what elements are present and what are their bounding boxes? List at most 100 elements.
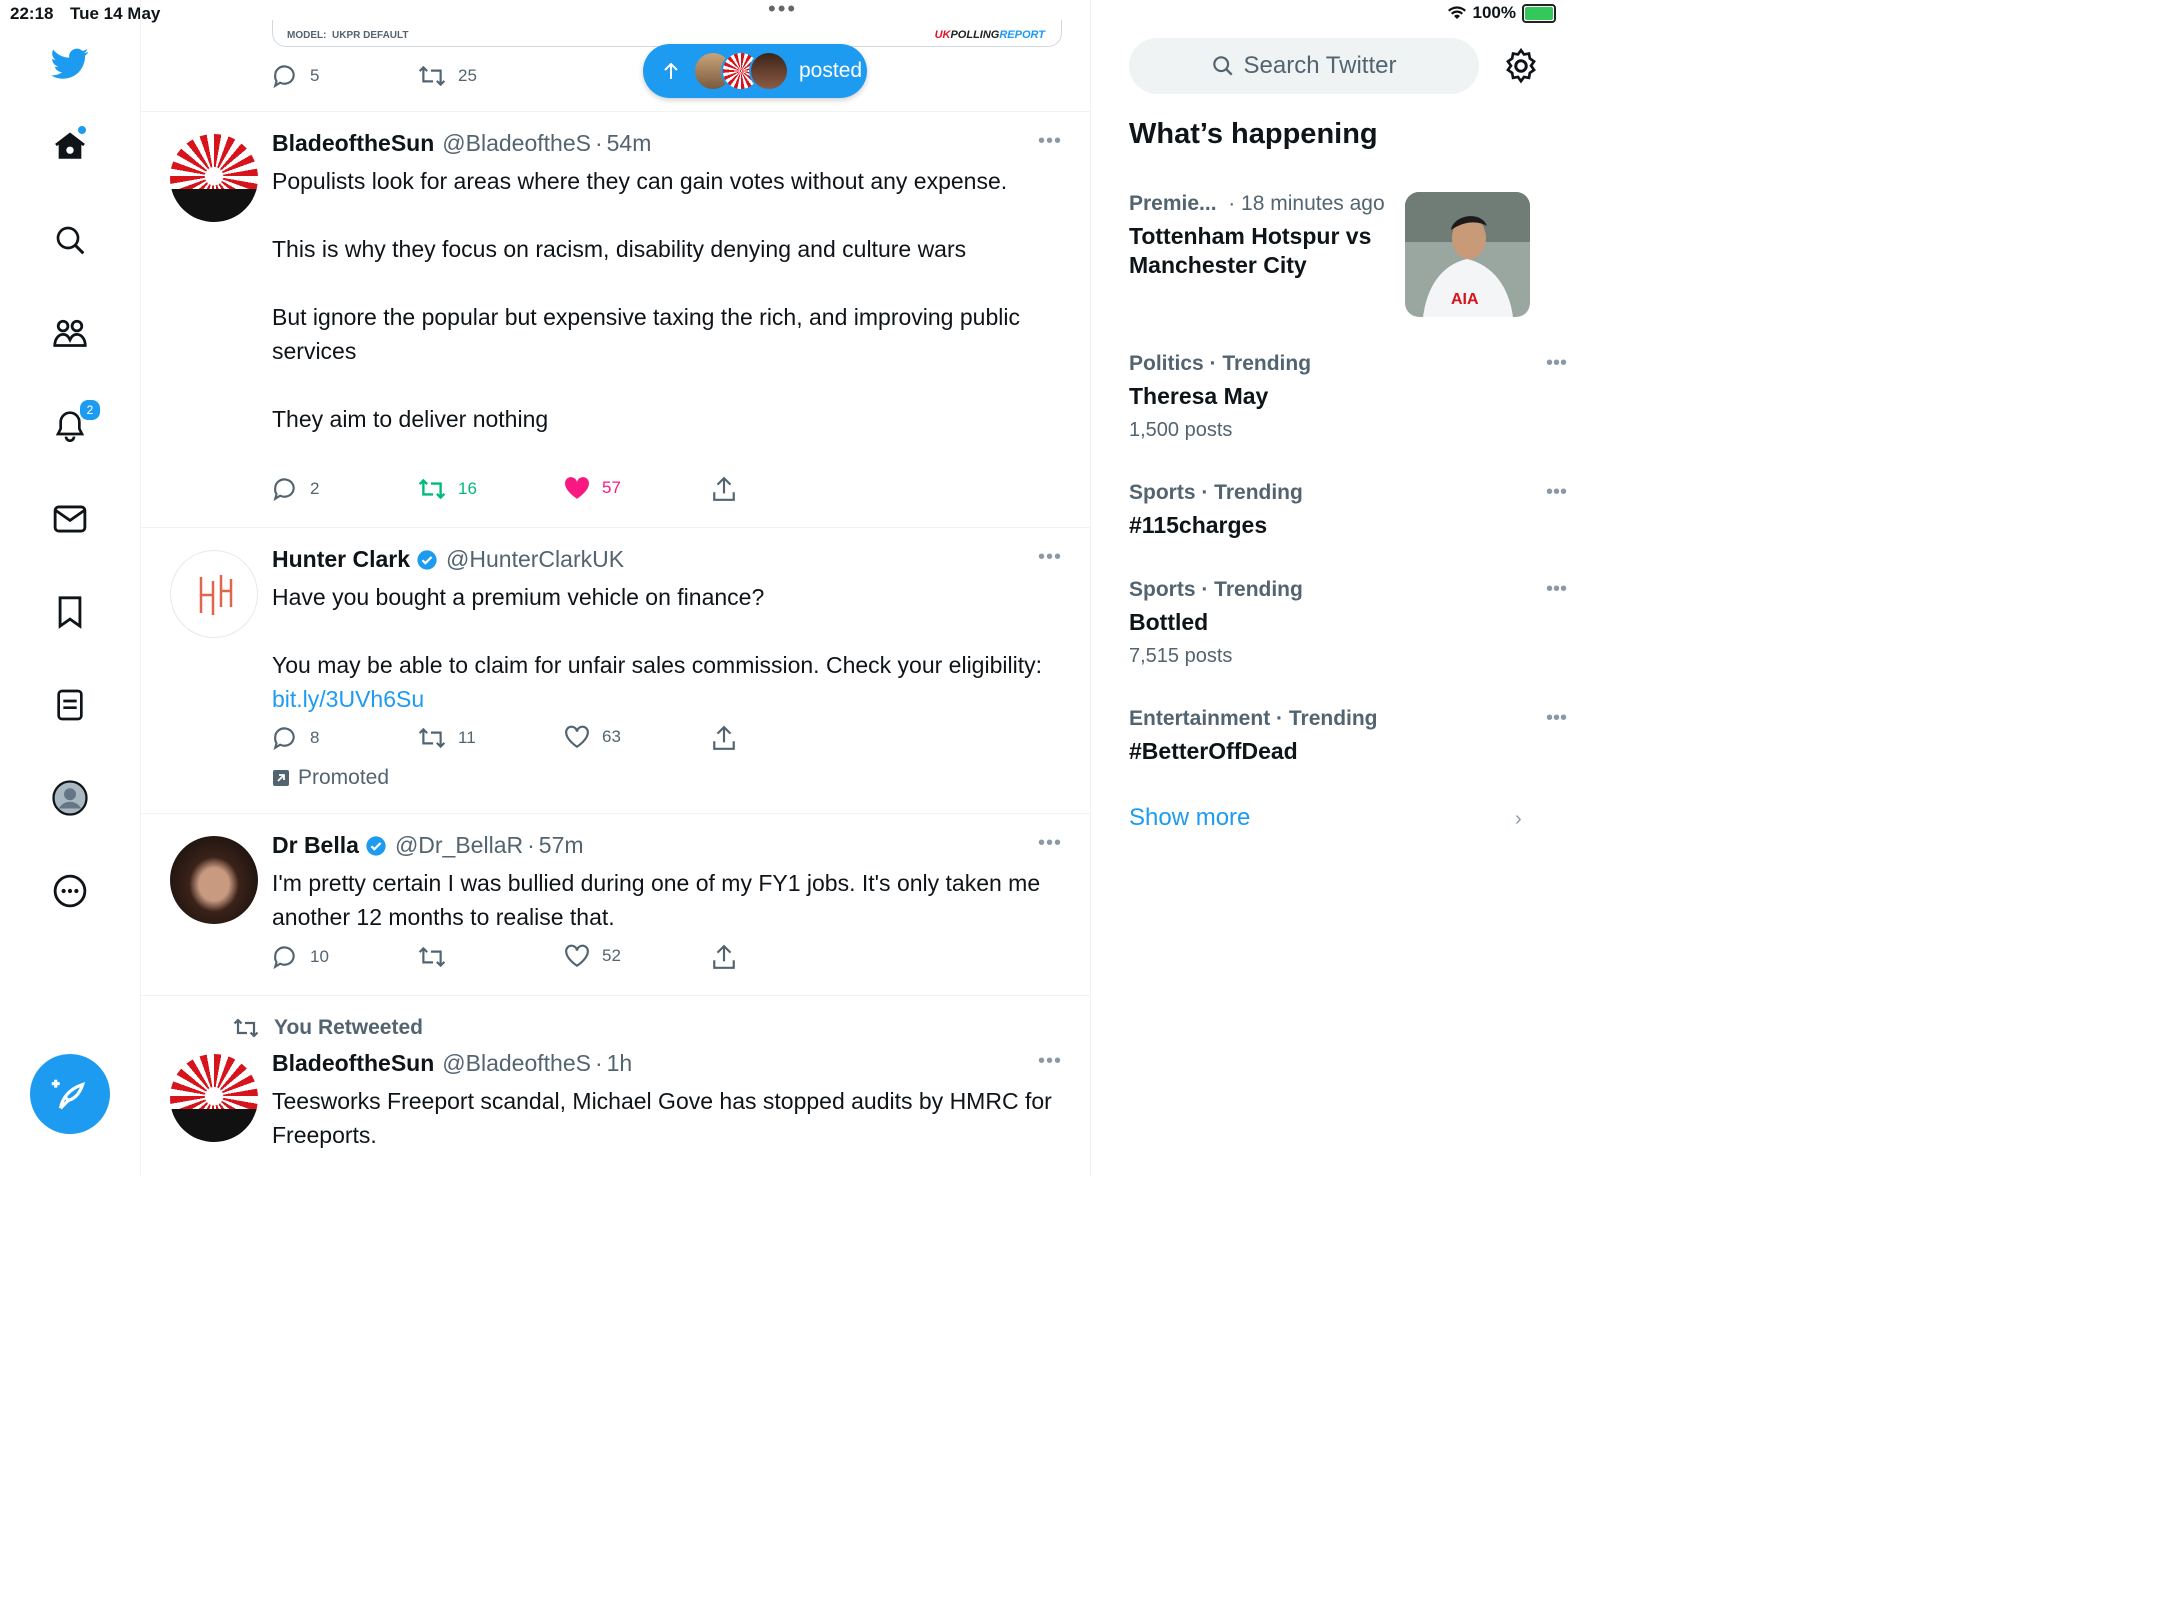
promoted-label: Promoted bbox=[272, 766, 389, 790]
reply-button[interactable]: 8 bbox=[272, 725, 319, 751]
retweet-icon bbox=[418, 65, 446, 87]
tweet-more-icon[interactable]: ••• bbox=[1038, 130, 1062, 153]
reply-button[interactable]: 5 bbox=[272, 63, 319, 89]
retweet-button[interactable] bbox=[418, 944, 446, 970]
tweet-text: I'm pretty certain I was bullied during … bbox=[272, 870, 1047, 930]
reply-count: 2 bbox=[310, 479, 320, 498]
compose-tweet-button[interactable] bbox=[30, 1054, 110, 1134]
like-button[interactable]: 57 bbox=[564, 476, 621, 500]
avatar[interactable] bbox=[170, 550, 258, 638]
trend-title: Bottled bbox=[1129, 609, 1209, 635]
promoted-text: Promoted bbox=[298, 766, 390, 789]
tweet[interactable]: You Retweeted BladeoftheSun @BladeoftheS… bbox=[140, 996, 1090, 1176]
retweeted-text: You Retweeted bbox=[274, 1016, 423, 1039]
like-button[interactable]: 63 bbox=[564, 725, 621, 749]
share-icon bbox=[713, 476, 735, 501]
like-button[interactable]: 52 bbox=[564, 944, 621, 968]
messages-icon[interactable] bbox=[50, 499, 90, 539]
new-posts-pill[interactable]: posted bbox=[643, 44, 867, 98]
tweet-header: Hunter Clark @HunterClarkUK bbox=[272, 546, 624, 573]
top-tweet-card[interactable]: MODEL: UKPR DEFAULT UKPOLLINGREPORT bbox=[272, 20, 1062, 47]
trend-more-icon[interactable]: ••• bbox=[1546, 481, 1567, 504]
avatar-base bbox=[170, 1108, 258, 1142]
trend-category: Politics · Trending bbox=[1129, 352, 1312, 375]
bookmarks-icon[interactable] bbox=[50, 592, 90, 632]
trend-post-count: 1,500 posts bbox=[1129, 419, 1233, 441]
tweet-time[interactable]: 57m bbox=[539, 832, 584, 859]
author-name[interactable]: Dr Bella bbox=[272, 832, 359, 859]
trend-category: Premie... · 18 minutes ago bbox=[1129, 192, 1399, 216]
trend-item[interactable]: Premie... · 18 minutes ago Tottenham Hot… bbox=[1129, 192, 1399, 280]
trend-more-icon[interactable]: ••• bbox=[1546, 352, 1567, 375]
author-handle[interactable]: @BladeoftheS bbox=[442, 1050, 591, 1077]
lists-icon[interactable] bbox=[50, 685, 90, 725]
football-player-image: AIA bbox=[1405, 192, 1530, 317]
promoted-icon bbox=[273, 770, 289, 786]
avatar[interactable] bbox=[170, 134, 258, 222]
trend-more-icon[interactable]: ••• bbox=[1546, 707, 1567, 730]
tweet-time[interactable]: 1h bbox=[607, 1050, 633, 1077]
twitter-logo-icon[interactable] bbox=[50, 44, 90, 84]
trend-item[interactable]: ••• Entertainment · Trending #BetterOffD… bbox=[1129, 707, 1567, 766]
trend-thumbnail[interactable]: AIA bbox=[1405, 192, 1530, 317]
tweet-promoted[interactable]: Hunter Clark @HunterClarkUK ••• Have you… bbox=[140, 528, 1090, 812]
tweet-link[interactable]: bit.ly/3UVh6Su bbox=[272, 686, 424, 712]
trend-item[interactable]: ••• Politics · Trending Theresa May 1,50… bbox=[1129, 352, 1567, 442]
share-button[interactable] bbox=[712, 944, 736, 970]
avatar[interactable] bbox=[170, 836, 258, 924]
trend-more-icon[interactable]: ••• bbox=[1546, 578, 1567, 601]
communities-icon[interactable] bbox=[50, 313, 90, 353]
retweet-button[interactable]: 16 bbox=[418, 476, 477, 502]
notifications-bell-icon[interactable]: 2 bbox=[50, 398, 102, 446]
tweet[interactable]: Dr Bella @Dr_BellaR · 57m ••• I'm pretty… bbox=[140, 814, 1090, 994]
hunter-clark-logo-icon bbox=[199, 575, 233, 615]
search-placeholder: Search Twitter bbox=[1243, 52, 1397, 79]
pill-avatar-3 bbox=[749, 51, 789, 91]
trend-title: #BetterOffDead bbox=[1129, 738, 1298, 764]
card-model: MODEL: UKPR DEFAULT bbox=[287, 30, 409, 41]
show-more-link[interactable]: Show more bbox=[1129, 804, 1250, 832]
share-button[interactable] bbox=[712, 476, 736, 502]
home-icon[interactable] bbox=[50, 126, 90, 166]
share-button[interactable] bbox=[712, 725, 736, 751]
separator-dot: · bbox=[594, 1050, 603, 1076]
tweet-header: BladeoftheSun @BladeoftheS · 1h bbox=[272, 1050, 632, 1077]
like-count: 57 bbox=[602, 478, 621, 497]
trend-item[interactable]: ••• Sports · Trending Bottled 7,515 post… bbox=[1129, 578, 1567, 668]
trend-item[interactable]: ••• Sports · Trending #115charges bbox=[1129, 481, 1567, 540]
author-name[interactable]: Hunter Clark bbox=[272, 546, 410, 573]
tweet-actions: 2 16 57 bbox=[272, 476, 872, 506]
more-options-icon[interactable] bbox=[50, 871, 90, 911]
profile-icon[interactable] bbox=[50, 778, 90, 818]
author-name[interactable]: BladeoftheSun bbox=[272, 130, 434, 157]
shirt-sponsor: AIA bbox=[1451, 291, 1479, 308]
tweet-text-main: Have you bought a premium vehicle on fin… bbox=[272, 584, 1042, 678]
reply-button[interactable]: 2 bbox=[272, 476, 319, 502]
author-handle[interactable]: @BladeoftheS bbox=[442, 130, 591, 157]
reply-button[interactable]: 10 bbox=[272, 944, 329, 970]
retweet-button[interactable]: 25 bbox=[418, 63, 477, 89]
search-icon[interactable] bbox=[50, 220, 90, 260]
author-handle[interactable]: @Dr_BellaR bbox=[395, 832, 523, 859]
trend-age: · 18 minutes ago bbox=[1228, 192, 1385, 215]
tweet-actions: 8 11 63 bbox=[272, 725, 872, 755]
home-new-dot bbox=[78, 126, 86, 134]
ukpr-logo: UKPOLLINGREPORT bbox=[935, 29, 1045, 41]
tweet-more-icon[interactable]: ••• bbox=[1038, 832, 1062, 855]
author-name[interactable]: BladeoftheSun bbox=[272, 1050, 434, 1077]
settings-gear-icon[interactable] bbox=[1503, 47, 1539, 84]
retweet-button[interactable]: 11 bbox=[418, 725, 476, 751]
tweet-text: Teesworks Freeport scandal, Michael Gove… bbox=[272, 1088, 1059, 1148]
tweet-more-icon[interactable]: ••• bbox=[1038, 546, 1062, 569]
trend-title: Tottenham Hotspur vs Manchester City bbox=[1129, 223, 1372, 278]
tweet-more-icon[interactable]: ••• bbox=[1038, 1050, 1062, 1073]
separator-dot: · bbox=[527, 832, 535, 858]
tweet[interactable]: BladeoftheSun @BladeoftheS · 54m ••• Pop… bbox=[140, 112, 1090, 526]
search-input[interactable]: Search Twitter bbox=[1129, 38, 1479, 94]
trend-category: Entertainment · Trending bbox=[1129, 707, 1378, 730]
tweet-time[interactable]: 54m bbox=[607, 130, 652, 157]
avatar[interactable] bbox=[170, 1054, 258, 1142]
search-icon bbox=[1212, 56, 1233, 76]
author-handle[interactable]: @HunterClarkUK bbox=[446, 546, 624, 573]
arrow-up-icon bbox=[664, 62, 678, 79]
